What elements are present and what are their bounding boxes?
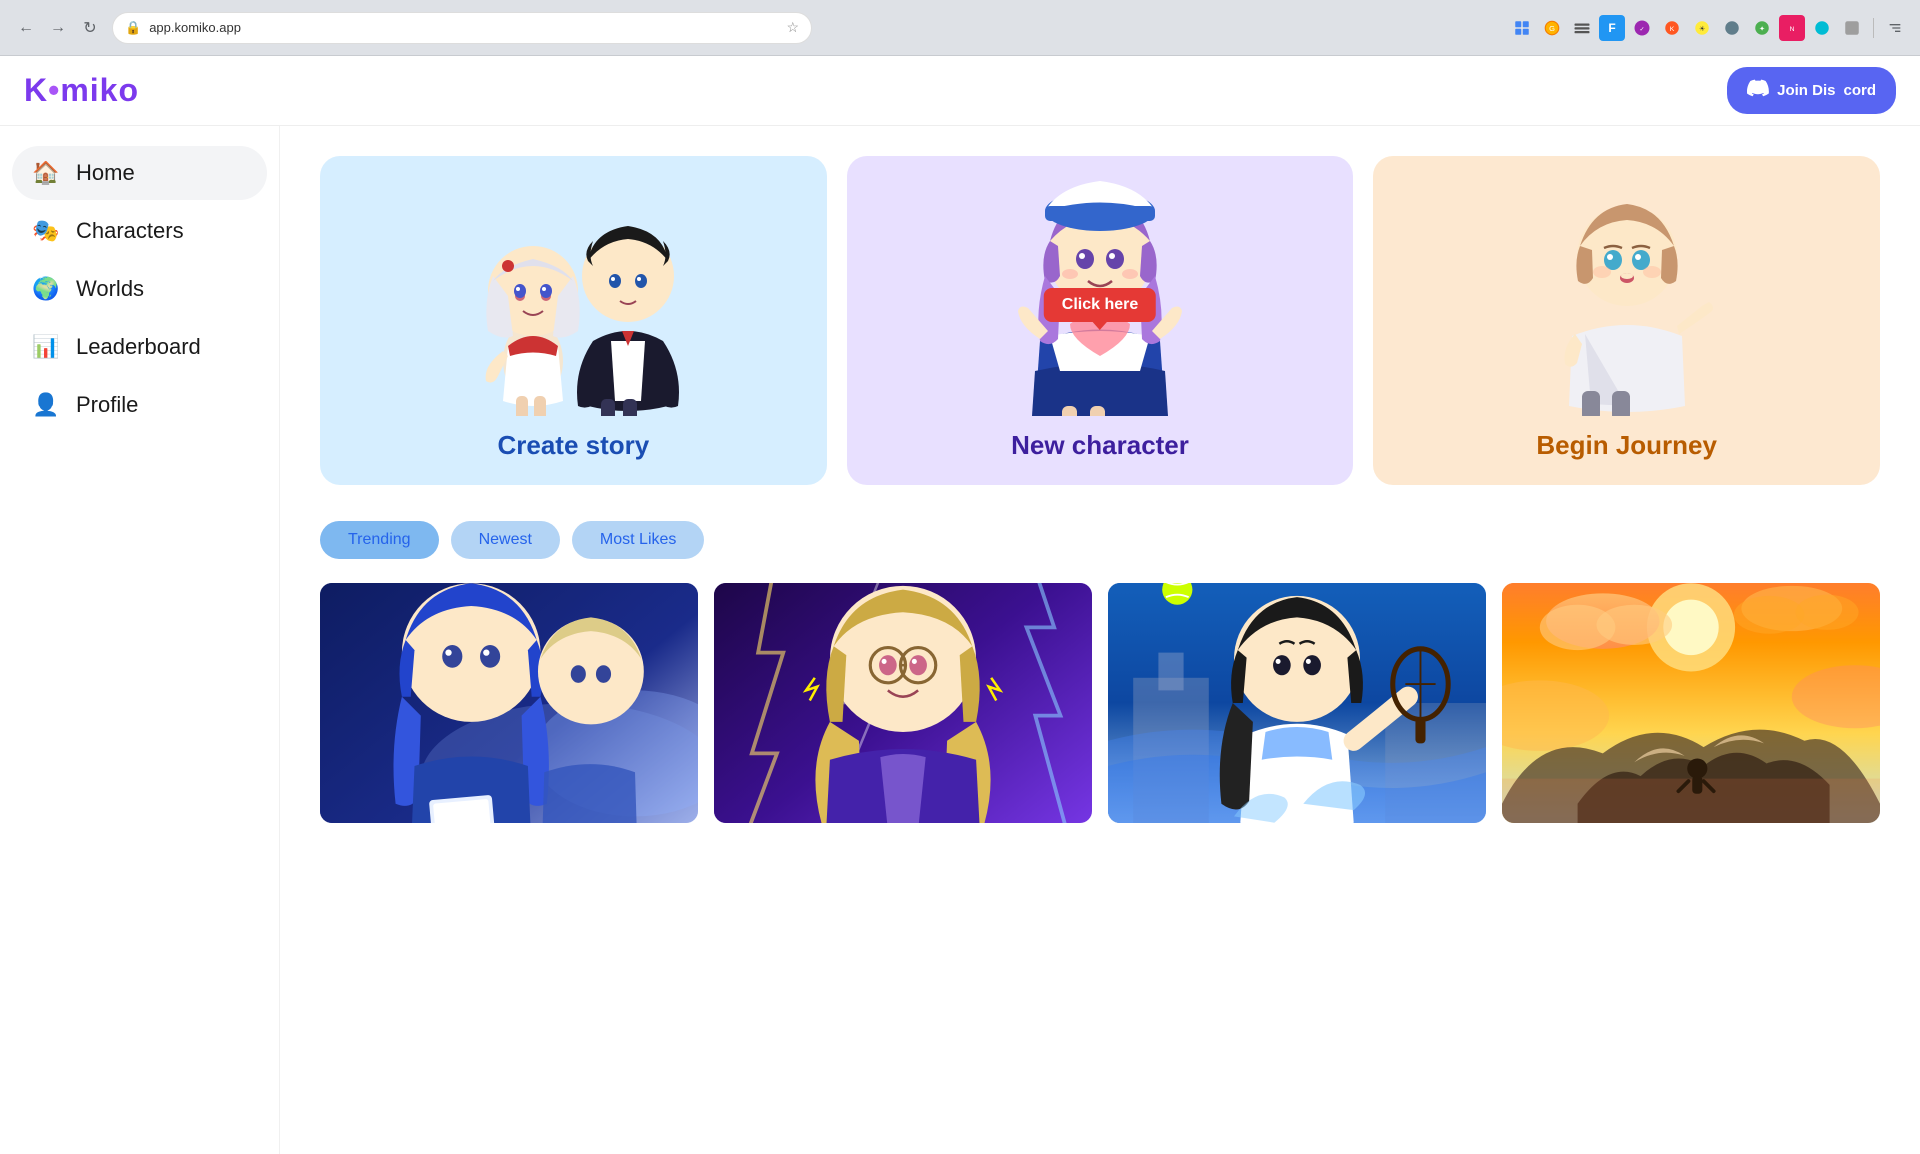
ext-icon-3[interactable] — [1569, 15, 1595, 41]
begin-journey-title: Begin Journey — [1536, 430, 1717, 461]
sidebar: 🏠 Home 🎭 Characters 🌍 Worlds 📊 Leaderboa… — [0, 126, 280, 1154]
ext-icon-11[interactable] — [1809, 15, 1835, 41]
filter-trending[interactable]: Trending — [320, 521, 439, 559]
leaderboard-icon: 📊 — [32, 334, 60, 360]
create-story-title: Create story — [497, 430, 649, 461]
image-card-2[interactable] — [714, 583, 1092, 823]
filter-newest[interactable]: Newest — [451, 521, 560, 559]
profile-icon: 👤 — [32, 392, 60, 418]
svg-text:✓: ✓ — [1639, 27, 1644, 33]
sidebar-item-leaderboard[interactable]: 📊 Leaderboard — [12, 320, 267, 374]
browser-extensions: G F ✓ K ☀ ✦ N — [1509, 15, 1908, 41]
ext-icon-1[interactable] — [1509, 15, 1535, 41]
sidebar-item-worlds[interactable]: 🌍 Worlds — [12, 262, 267, 316]
image-card-4[interactable] — [1502, 583, 1880, 823]
ext-icon-2[interactable]: G — [1539, 15, 1565, 41]
begin-journey-image — [1373, 156, 1880, 416]
svg-text:☀: ☀ — [1699, 25, 1705, 33]
create-story-card[interactable]: Create story — [320, 156, 827, 485]
ext-icon-5[interactable]: ✓ — [1629, 15, 1655, 41]
create-story-image — [320, 156, 827, 416]
ext-icon-12[interactable] — [1839, 15, 1865, 41]
join-discord-button[interactable]: Join Discord — [1727, 67, 1896, 114]
sidebar-item-home[interactable]: 🏠 Home — [12, 146, 267, 200]
sidebar-label-worlds: Worlds — [76, 276, 144, 302]
extensions-menu[interactable] — [1882, 15, 1908, 41]
url-text: app.komiko.app — [149, 20, 778, 35]
back-button[interactable]: ← — [12, 14, 40, 42]
lock-icon: 🔒 — [125, 20, 141, 36]
svg-text:K: K — [1670, 26, 1675, 33]
ext-icon-9[interactable]: ✦ — [1749, 15, 1775, 41]
sidebar-label-characters: Characters — [76, 218, 184, 244]
begin-journey-card[interactable]: Begin Journey — [1373, 156, 1880, 485]
svg-text:G: G — [1549, 24, 1555, 33]
app-wrapper: K•miko Join Discord 🏠 Home 🎭 Characters … — [0, 56, 1920, 1154]
logo-dot: • — [48, 72, 60, 108]
app-header: K•miko Join Discord — [0, 56, 1920, 126]
sidebar-item-profile[interactable]: 👤 Profile — [12, 378, 267, 432]
new-character-image: ♥ ♥ — [847, 156, 1354, 416]
characters-icon: 🎭 — [32, 218, 60, 244]
svg-text:N: N — [1790, 26, 1795, 33]
reload-button[interactable]: ↻ — [76, 14, 104, 42]
click-here-badge[interactable]: Click here — [1044, 288, 1156, 322]
feature-cards-row: Create story — [320, 156, 1880, 485]
ext-icon-4[interactable]: F — [1599, 15, 1625, 41]
svg-text:✦: ✦ — [1759, 25, 1765, 33]
discord-icon — [1747, 77, 1769, 104]
new-character-card[interactable]: ♥ ♥ Click here New character — [847, 156, 1354, 485]
sidebar-label-home: Home — [76, 160, 135, 186]
main-layout: 🏠 Home 🎭 Characters 🌍 Worlds 📊 Leaderboa… — [0, 126, 1920, 1154]
discord-btn-label: Join Dis — [1777, 82, 1835, 99]
ext-icon-10[interactable]: N — [1779, 15, 1805, 41]
browser-chrome: ← → ↻ 🔒 app.komiko.app ☆ G F ✓ K ☀ ✦ — [0, 0, 1920, 56]
sidebar-label-leaderboard: Leaderboard — [76, 334, 201, 360]
image-card-3[interactable] — [1108, 583, 1486, 823]
image-grid — [320, 583, 1880, 823]
logo-text: K — [24, 72, 48, 108]
ext-icon-8[interactable] — [1719, 15, 1745, 41]
filter-most-likes[interactable]: Most Likes — [572, 521, 704, 559]
divider — [1873, 18, 1874, 38]
star-icon[interactable]: ☆ — [786, 19, 799, 36]
address-bar[interactable]: 🔒 app.komiko.app ☆ — [112, 12, 812, 44]
sidebar-item-characters[interactable]: 🎭 Characters — [12, 204, 267, 258]
ext-icon-6[interactable]: K — [1659, 15, 1685, 41]
worlds-icon: 🌍 — [32, 276, 60, 302]
new-character-title: New character — [1011, 430, 1189, 461]
logo-rest: miko — [60, 72, 139, 108]
ext-icon-7[interactable]: ☀ — [1689, 15, 1715, 41]
sidebar-label-profile: Profile — [76, 392, 138, 418]
forward-button[interactable]: → — [44, 14, 72, 42]
filter-tabs: Trending Newest Most Likes — [320, 521, 1880, 559]
home-icon: 🏠 — [32, 160, 60, 186]
image-card-1[interactable] — [320, 583, 698, 823]
logo[interactable]: K•miko — [24, 72, 139, 109]
browser-nav-buttons: ← → ↻ — [12, 14, 104, 42]
content-area: Create story — [280, 126, 1920, 1154]
